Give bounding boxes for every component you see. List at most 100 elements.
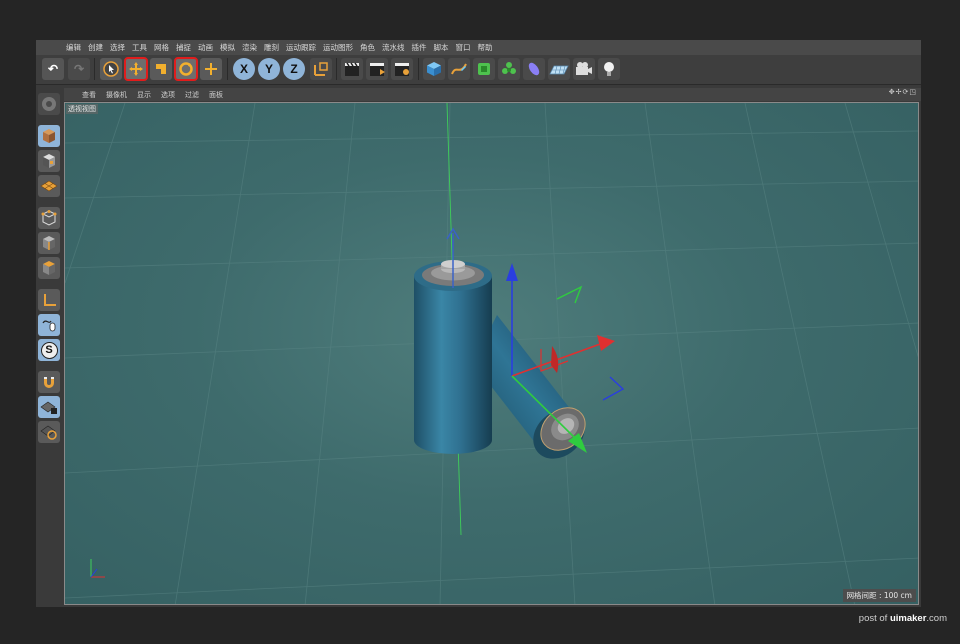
x-axis-lock-button[interactable]: X [233, 58, 255, 80]
left-mode-palette: S [36, 88, 62, 607]
select-tool-button[interactable] [100, 58, 122, 80]
workplane-grid-icon [40, 180, 58, 192]
menu-item[interactable]: 运动跟踪 [286, 42, 316, 53]
mouse-tweak-icon [42, 320, 56, 332]
add-light-button[interactable] [598, 58, 620, 80]
redo-button[interactable]: ↷ [68, 58, 90, 80]
cinema4d-logo-button[interactable] [38, 93, 60, 115]
viewport-nav-icons[interactable]: ✥✢⟳◳ [889, 88, 917, 96]
menu-item[interactable]: 插件 [412, 42, 427, 53]
coordinate-system-button[interactable] [310, 58, 332, 80]
viewport-menu-item[interactable]: 查看 [82, 90, 96, 100]
scale-tool-button[interactable] [150, 58, 172, 80]
tweak-mode-button[interactable] [38, 314, 60, 336]
add-cube-button[interactable] [423, 58, 445, 80]
rotate-circle-icon [179, 62, 193, 76]
render-picture-viewer-button[interactable] [366, 58, 388, 80]
menu-item[interactable]: 雕刻 [264, 42, 279, 53]
perspective-viewport[interactable]: 透视视图 网格间距 : 100 cm [64, 102, 919, 605]
points-mode-button[interactable] [38, 207, 60, 229]
menu-item[interactable]: 脚本 [434, 42, 449, 53]
viewport-scene [65, 103, 918, 604]
grid-rotate-icon [40, 425, 57, 440]
viewport-menu-item[interactable]: 选项 [161, 90, 175, 100]
checker-cube-icon [43, 154, 55, 168]
main-toolbar: ↶ ↷ X Y Z [36, 55, 921, 85]
move-arrows-icon [129, 62, 143, 76]
menu-bar: 编辑 创建 选择 工具 网格 捕捉 动画 模拟 渲染 雕刻 运动跟踪 运动图形 角色 流水线 插件 脚本 窗口帮… [36, 40, 921, 55]
edges-cube-icon [43, 236, 55, 250]
z-axis-lock-button[interactable]: Z [283, 58, 305, 80]
bend-deformer-icon [528, 62, 540, 76]
menu-item[interactable]: 模拟 [220, 42, 235, 53]
model-mode-button[interactable] [38, 125, 60, 147]
menu-item[interactable]: 捕捉 [176, 42, 191, 53]
grid-lock-icon [40, 401, 57, 414]
snap-s-icon: S [40, 341, 58, 359]
axis-mode-button[interactable] [38, 289, 60, 311]
render-view-button[interactable] [341, 58, 363, 80]
world-axis-icon [314, 62, 328, 76]
magnet-button[interactable] [38, 371, 60, 393]
workplane-mode-button[interactable] [38, 175, 60, 197]
add-deformer-button[interactable] [523, 58, 545, 80]
scale-box-icon [156, 64, 166, 74]
points-cube-icon [41, 210, 57, 226]
menu-item[interactable]: 帮助 [478, 42, 493, 53]
polygons-cube-icon [43, 261, 55, 275]
add-floor-button[interactable] [548, 58, 570, 80]
watermark-credit: post of uimaker.com [858, 613, 947, 624]
viewport-menu-item[interactable]: 摄像机 [106, 90, 127, 100]
menu-item[interactable]: 窗口 [456, 42, 471, 53]
polygons-mode-button[interactable] [38, 257, 60, 279]
rotate-tool-button[interactable] [174, 57, 198, 81]
camera-icon [576, 62, 592, 75]
menu-item[interactable]: 选择 [110, 42, 125, 53]
menu-item[interactable]: 渲染 [242, 42, 257, 53]
viewport-menu-item[interactable]: 面板 [209, 90, 223, 100]
workplane-lock-button[interactable] [38, 396, 60, 418]
redo-icon: ↷ [73, 62, 85, 76]
edges-mode-button[interactable] [38, 232, 60, 254]
add-mograph-button[interactable] [498, 58, 520, 80]
menu-item[interactable]: 编辑 [66, 42, 81, 53]
viewport-menu-item[interactable]: 过滤 [185, 90, 199, 100]
grid-spacing-readout: 网格间距 : 100 cm [842, 589, 916, 602]
model-cube-icon [43, 129, 55, 143]
standing-cylinder[interactable] [414, 260, 492, 454]
render-settings-button[interactable] [391, 58, 413, 80]
menu-item[interactable]: 运动图形 [323, 42, 353, 53]
menu-item[interactable]: 工具 [132, 42, 147, 53]
clapper-gear-icon [395, 63, 409, 76]
move-tool-button[interactable] [124, 57, 148, 81]
texture-mode-button[interactable] [38, 150, 60, 172]
add-spline-button[interactable] [448, 58, 470, 80]
live-selection-button[interactable] [200, 58, 222, 80]
viewport-menu-item[interactable]: 显示 [137, 90, 151, 100]
viewport-label: 透视视图 [66, 104, 98, 114]
y-axis-lock-button[interactable]: Y [258, 58, 280, 80]
menu-item[interactable]: 网格 [154, 42, 169, 53]
menu-item[interactable]: 动画 [198, 42, 213, 53]
light-bulb-icon [604, 62, 614, 76]
add-generator-button[interactable] [473, 58, 495, 80]
axis-corner-icon [44, 294, 56, 306]
floor-grid-icon [549, 65, 569, 75]
clapper-play-icon [370, 63, 385, 76]
menu-item[interactable]: 流水线 [382, 42, 405, 53]
viewport-menu-bar: 查看 摄像机 显示 选项 过滤 面板 ✥✢⟳◳ [64, 88, 921, 101]
subdivision-cube-icon [478, 63, 490, 75]
c4d-logo-icon [42, 97, 56, 111]
workplane-rotate-button[interactable] [38, 421, 60, 443]
magnet-icon [44, 377, 54, 388]
pen-spline-icon [451, 63, 467, 75]
cloner-icon [502, 62, 516, 74]
menu-item[interactable]: 角色 [360, 42, 375, 53]
cursor-arrow-icon [103, 61, 119, 77]
menu-item[interactable]: 创建 [88, 42, 103, 53]
plus-cross-icon [205, 63, 217, 75]
add-camera-button[interactable] [573, 58, 595, 80]
undo-button[interactable]: ↶ [42, 58, 64, 80]
cinema4d-window: 编辑 创建 选择 工具 网格 捕捉 动画 模拟 渲染 雕刻 运动跟踪 运动图形 角色 流水线 插件 脚本 窗口帮… [36, 40, 921, 607]
snap-button[interactable]: S [38, 339, 60, 361]
